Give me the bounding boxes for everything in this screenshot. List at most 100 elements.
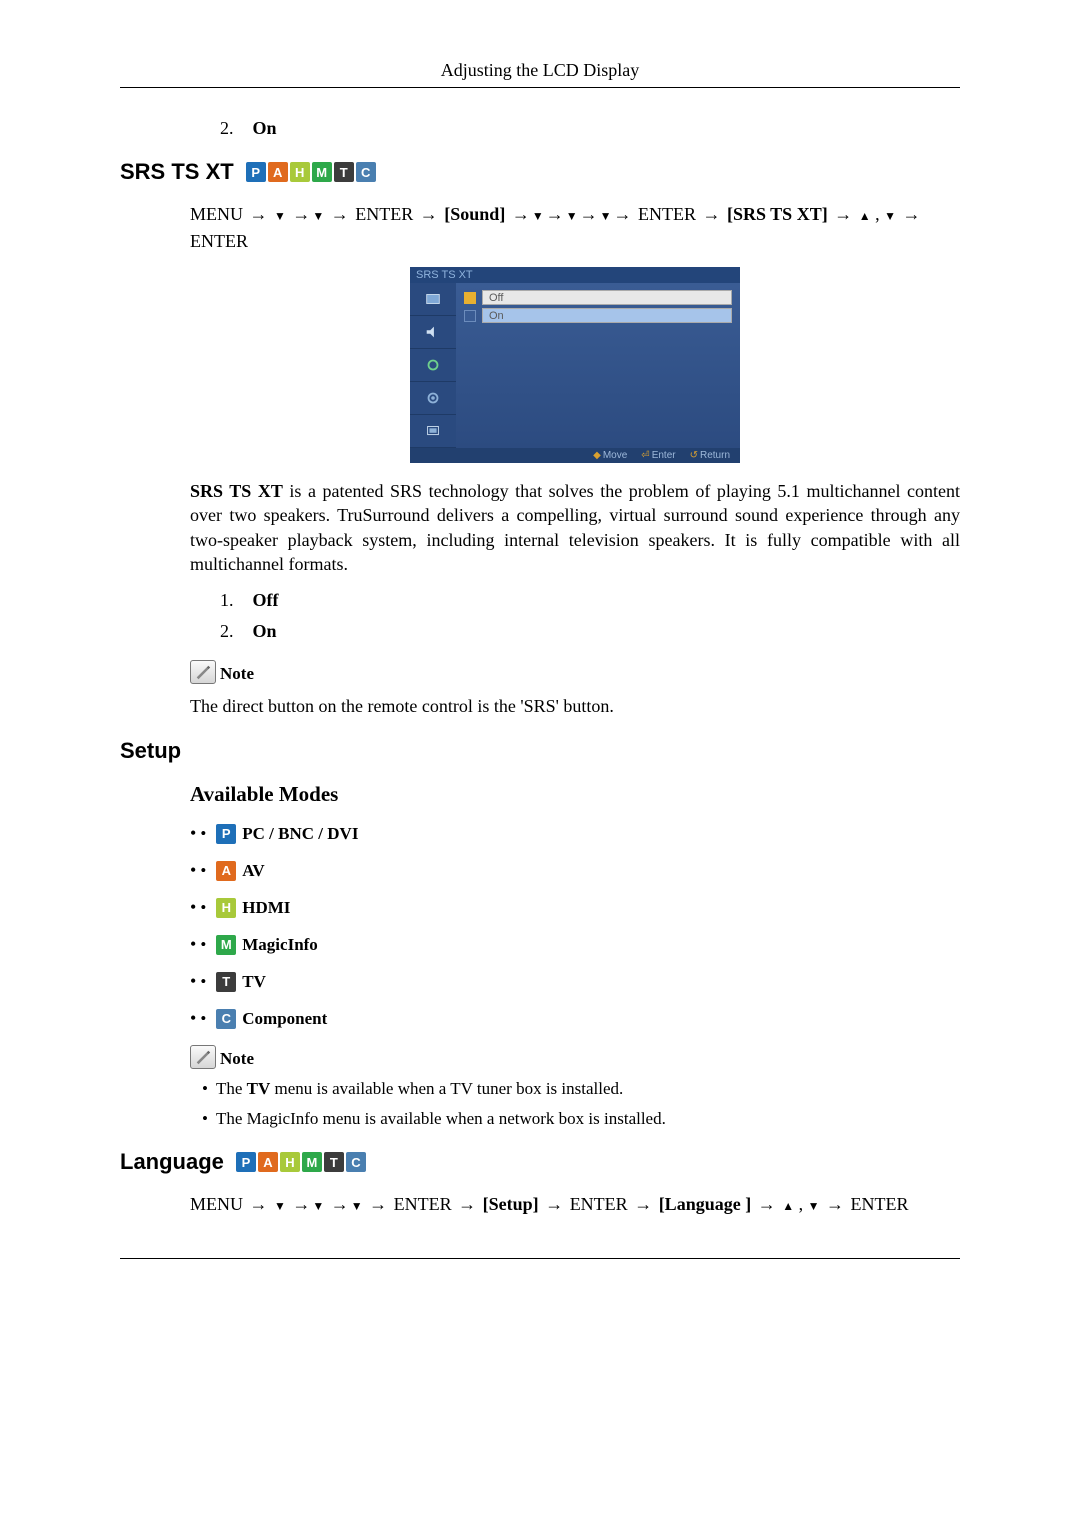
down-icon (274, 1194, 286, 1214)
mode-item: • H HDMI (190, 897, 960, 918)
down-icon (274, 204, 286, 224)
up-icon (859, 204, 871, 224)
note-icon (190, 660, 216, 684)
mode-badge-m: M (216, 935, 236, 955)
section-heading-srs: SRS TS XT PAHMTC (120, 159, 960, 185)
mode-badge-a: A (216, 861, 236, 881)
note-text: The direct button on the remote control … (190, 694, 960, 718)
down-icon (808, 1194, 820, 1214)
mode-badge-h: H (216, 898, 236, 918)
badge-strip-lang: PAHMTC (236, 1152, 366, 1172)
mode-label: HDMI (242, 898, 290, 918)
list-num: 1. (220, 590, 238, 611)
menu-path-srs: MENU → → → ENTER → [Sound] →→→→ ENTER → … (190, 201, 960, 255)
mode-item: • T TV (190, 971, 960, 992)
mode-label: AV (242, 861, 264, 881)
osd-footer: ◆Move ⏎Enter ↺Return (410, 448, 740, 463)
path-enter: ENTER (394, 1194, 452, 1214)
mode-item: • M MagicInfo (190, 934, 960, 955)
mode-label: TV (242, 972, 266, 992)
osd-side-icon-gear (410, 382, 456, 415)
srs-description: SRS TS XT is a patented SRS technology t… (190, 479, 960, 576)
menu-path-language: MENU → → → → ENTER → [Setup] → ENTER → [… (190, 1191, 960, 1218)
section-heading-setup: Setup (120, 738, 960, 764)
osd-side-icon-picture (410, 283, 456, 316)
mode-badge-m: M (312, 162, 332, 182)
section-heading-language: Language PAHMTC (120, 1149, 960, 1175)
note-bullets: • The TV menu is available when a TV tun… (202, 1079, 960, 1129)
down-icon (532, 204, 544, 224)
header-rule (120, 87, 960, 88)
section-title: Setup (120, 738, 181, 764)
content-area: 2. On SRS TS XT PAHMTC MENU → → → ENTER … (120, 118, 960, 1218)
list-label: Off (253, 590, 279, 610)
note-part-bold: TV (247, 1079, 271, 1098)
note-label: Note (220, 1049, 254, 1069)
section-title: SRS TS XT (120, 159, 234, 185)
list-item-on: 2. On (220, 621, 960, 642)
available-modes-heading: Available Modes (190, 782, 960, 807)
path-menu: MENU (190, 1194, 243, 1214)
mode-badge-t: T (216, 972, 236, 992)
path-enter: ENTER (355, 204, 413, 224)
osd-main: Off On (456, 283, 740, 448)
osd-foot-return: Return (700, 450, 730, 461)
mode-badge-p: P (236, 1152, 256, 1172)
list-item-off: 1. Off (220, 590, 960, 611)
down-icon (312, 204, 324, 224)
desc-lead: SRS TS XT (190, 481, 283, 501)
path-sound: [Sound] (444, 204, 505, 224)
osd-side-icon-sound (410, 316, 456, 349)
bullet-icon: • (190, 1008, 206, 1029)
mode-label: MagicInfo (242, 935, 318, 955)
note-part: menu is available when a TV tuner box is… (270, 1079, 623, 1098)
mode-badge-m: M (302, 1152, 322, 1172)
path-language: [Language ] (659, 1194, 752, 1214)
section-title: Language (120, 1149, 224, 1175)
path-menu: MENU (190, 204, 243, 224)
mode-badge-p: P (216, 824, 236, 844)
mode-badge-a: A (258, 1152, 278, 1172)
note-heading: Note (190, 660, 960, 684)
osd-foot-enter: Enter (652, 450, 676, 461)
osd-option-on: On (464, 308, 732, 323)
mode-label: PC / BNC / DVI (242, 824, 358, 844)
mode-badge-t: T (324, 1152, 344, 1172)
note-bullet: • The MagicInfo menu is available when a… (202, 1109, 960, 1129)
note-bullet: • The TV menu is available when a TV tun… (202, 1079, 960, 1099)
desc-body: is a patented SRS technology that solves… (190, 481, 960, 574)
bullet-icon: • (190, 934, 206, 955)
osd-option-label: On (482, 308, 732, 323)
mode-badge-c: C (346, 1152, 366, 1172)
check-icon (464, 310, 476, 322)
mode-badge-p: P (246, 162, 266, 182)
path-setup: [Setup] (483, 1194, 539, 1214)
note-part: The (216, 1079, 247, 1098)
path-enter: ENTER (850, 1194, 908, 1214)
mode-badge-h: H (280, 1152, 300, 1172)
bullet-icon: • (190, 860, 206, 881)
mode-badge-t: T (334, 162, 354, 182)
mode-item: • P PC / BNC / DVI (190, 823, 960, 844)
list-label: On (253, 118, 277, 138)
osd-option-label: Off (482, 290, 732, 305)
page-header: Adjusting the LCD Display (120, 60, 960, 81)
path-enter: ENTER (190, 231, 248, 251)
mode-item: •C Component (190, 1008, 960, 1029)
path-enter: ENTER (638, 204, 696, 224)
bullet-icon: • (190, 971, 206, 992)
osd-side-icon-circle (410, 349, 456, 382)
list-num: 2. (220, 118, 238, 139)
modes-list: • P PC / BNC / DVI • A AV • H HDMI • M MagicInf… (190, 823, 960, 1029)
bullet-icon: • (190, 897, 206, 918)
down-icon (566, 204, 578, 224)
note-heading: Note (190, 1045, 960, 1069)
path-enter: ENTER (570, 1194, 628, 1214)
note-text: The MagicInfo menu is available when a n… (216, 1109, 666, 1129)
list-num: 2. (220, 621, 238, 642)
mode-badge-h: H (290, 162, 310, 182)
bullet-icon: • (190, 823, 206, 844)
mode-item: • A AV (190, 860, 960, 881)
mode-badge-c: C (216, 1009, 236, 1029)
osd-option-off: Off (464, 290, 732, 305)
